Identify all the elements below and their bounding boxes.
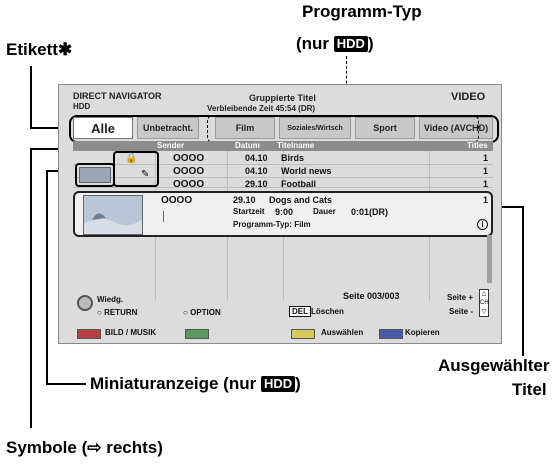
loeschen-label: Löschen [311,307,344,316]
thumbnail-large [83,195,143,235]
del-key[interactable]: DEL [289,306,311,317]
tab-alle[interactable]: Alle [73,117,133,139]
ch-button[interactable]: △ CH ▽ [479,289,489,317]
selected-circles: OOOO [161,195,193,206]
row-date: 29.10 [245,179,268,188]
verbleibende-zeit: Verbleibende Zeit 45:54 (DR) [207,104,316,113]
auswaehlen-label: Auswählen [321,328,364,337]
callout-nur-suffix: ) [367,34,374,53]
col-sender: Sender [157,141,185,150]
green-button[interactable] [185,329,209,339]
row-count: 1 [483,153,489,163]
tab-unbetracht[interactable]: Unbetracht. [137,117,199,139]
thumbnail-outline [75,163,115,187]
blue-button[interactable] [379,329,403,339]
return-label[interactable]: ○ RETURN [97,308,137,317]
wiedg-label: Wiedg. [97,295,124,304]
leader-miniatur-h [46,383,86,385]
channel-circles: OOOO [173,166,205,177]
row-name: Birds [281,153,305,163]
gruppierte-titel: Gruppierte Titel [249,93,316,103]
seite-label: Seite 003/003 [343,291,400,301]
callout-etikett: Etikett✱ [6,40,72,60]
startzeit-value: 9:00 [275,207,294,217]
callout-etikett-text: Etikett [6,40,58,59]
leader-miniatur-v [46,170,48,384]
seite-plus[interactable]: Seite + [447,293,473,302]
callout-miniatur-text: Miniaturanzeige (nur [90,374,261,393]
row-name: World news [281,166,332,176]
row-date: 04.10 [245,153,268,163]
dauer-label: Dauer [313,207,336,216]
nav-dial-icon [77,295,93,311]
callout-etikett-mark: ✱ [57,40,73,59]
programm-typ-tabs-outline [207,115,479,143]
column-header: Sender Datum Titelname Titles [73,141,493,151]
selected-name: Dogs and Cats [269,195,333,205]
scrollbar[interactable] [487,235,492,283]
col-titles: Titles [467,141,488,150]
callout-miniatur: Miniaturanzeige (nur HDD) [90,374,301,394]
pen-icon: │ [161,211,167,221]
col-datum: Datum [235,141,260,150]
leader-etikett-h [30,66,32,128]
hdd-badge: HDD [260,376,296,392]
hdd-badge: HDD [333,36,368,52]
callout-nur-hdd-top: (nur HDD) [296,34,374,54]
row-count: 1 [483,166,489,176]
direct-navigator-title: DIRECT NAVIGATOR [73,91,162,101]
callout-miniatur-suffix: ) [295,374,301,393]
option-label[interactable]: ○ OPTION [183,308,221,317]
row-name: Football [281,179,316,188]
callout-nur-prefix: (nur [296,34,334,53]
selected-title-row[interactable]: OOOO 29.10 Dogs and Cats 1 Startzeit 9:0… [73,191,493,237]
callout-ausgewaehlter: Ausgewählter [438,356,550,375]
screen-header: DIRECT NAVIGATOR HDD Gruppierte Titel Ve… [59,85,501,113]
callout-titel: Titel [512,380,547,399]
dauer-value: 0:01(DR) [351,207,389,217]
kopieren-label: Kopieren [405,328,440,337]
leader-ausgewaehlter-v [522,206,524,356]
callout-programm-typ: Programm-Typ [302,2,422,21]
recorder-screen: DIRECT NAVIGATOR HDD Gruppierte Titel Ve… [58,84,502,344]
selected-count: 1 [483,195,489,205]
yellow-button[interactable] [291,329,315,339]
lock-icon: 🔒 [125,153,138,164]
leader-symbole-v [30,148,32,428]
thumbnail-image [84,196,142,234]
red-button[interactable] [77,329,101,339]
row-count: 1 [483,179,489,188]
col-titelname: Titelname [277,141,315,150]
row-date: 04.10 [245,166,268,176]
callout-symbole: Symbole (⇨ rechts) [6,438,163,457]
seite-minus[interactable]: Seite - [449,307,473,316]
channel-circles: OOOO [173,179,205,188]
video-label: VIDEO [451,91,486,103]
edit-icon: ✎ [141,169,150,180]
channel-circles: OOOO [173,153,205,164]
programm-typ-value: Programm-Typ: Film [233,220,311,229]
bild-musik-label: BILD / MUSIK [105,328,157,337]
selected-date: 29.10 [233,195,256,205]
hdd-label: HDD [73,102,91,111]
info-icon[interactable]: i [477,219,488,230]
startzeit-label: Startzeit [233,207,265,216]
